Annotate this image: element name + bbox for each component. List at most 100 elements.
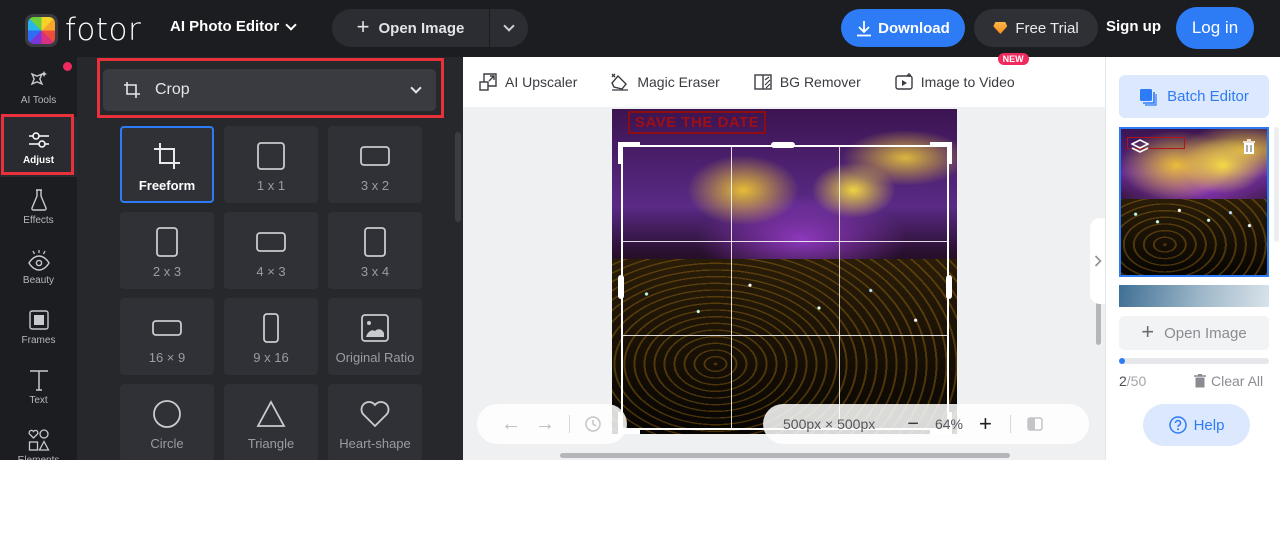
crop-option-label: 3 x 4	[360, 264, 390, 279]
crop-edge-handle-left[interactable]	[618, 275, 624, 299]
tool-label: BG Remover	[779, 74, 861, 90]
magic-eraser-tool[interactable]: Magic Eraser	[611, 73, 720, 91]
crop-option-heart-shape[interactable]: Heart-shape	[328, 384, 422, 460]
crop-option-label: 2 x 3	[152, 264, 182, 279]
log-in-button[interactable]: Log in	[1176, 7, 1254, 49]
crop-icon	[124, 82, 140, 98]
zoom-out-button[interactable]: −	[907, 413, 919, 436]
download-button[interactable]: Download	[841, 9, 965, 47]
help-label: Help	[1193, 416, 1225, 434]
crop-corner-handle-top-right[interactable]	[930, 142, 952, 164]
undo-icon[interactable]: ←	[501, 413, 521, 436]
clear-all-button[interactable]: Clear All	[1194, 373, 1263, 389]
bg-remover-tool[interactable]: BG Remover	[754, 73, 861, 91]
crop-option-label: 9 x 16	[253, 350, 289, 365]
compare-icon[interactable]	[1027, 416, 1043, 432]
layers-icon[interactable]	[1131, 139, 1149, 155]
thumbnail-second[interactable]	[1119, 285, 1269, 307]
crop-option-label: 16 × 9	[148, 350, 186, 365]
free-trial-button[interactable]: Free Trial	[974, 9, 1098, 47]
left-nav: AI Tools Adjust Effects Beauty Frames Te…	[0, 57, 77, 460]
right-panel: Batch Editor + Open Image 2/50 Clear All…	[1105, 57, 1280, 460]
crop-dropdown[interactable]: Crop	[103, 69, 436, 111]
thumbnail-crowd	[1121, 199, 1267, 275]
crop-option-4-3[interactable]: 4 × 3	[224, 212, 318, 289]
nav-item-elements[interactable]: Elements	[0, 417, 77, 460]
question-icon	[1168, 416, 1187, 434]
open-image-split-button: + Open Image	[332, 9, 528, 47]
crop-option-label: Heart-shape	[339, 436, 411, 451]
free-trial-label: Free Trial	[1015, 19, 1079, 37]
help-button[interactable]: Help	[1143, 404, 1250, 446]
image-dimensions: 500px × 500px	[783, 416, 876, 432]
ai-upscaler-tool[interactable]: AI Upscaler	[479, 73, 577, 91]
flask-icon	[28, 188, 50, 211]
crop-option-3-x-4[interactable]: 3 x 4	[328, 212, 422, 289]
nav-item-effects[interactable]: Effects	[0, 177, 77, 237]
redo-icon[interactable]: →	[535, 413, 555, 436]
image-to-video-tool[interactable]: Image to Video NEW	[895, 53, 1029, 91]
diamond-icon	[993, 22, 1008, 34]
divider	[1009, 415, 1011, 433]
crop-option-2-x-3[interactable]: 2 x 3	[120, 212, 214, 289]
download-label: Download	[878, 19, 950, 37]
delete-icon[interactable]	[1242, 139, 1256, 155]
horizontal-scrollbar[interactable]	[560, 453, 1010, 458]
history-icon[interactable]	[584, 415, 602, 433]
nav-item-text[interactable]: Text	[0, 357, 77, 417]
zoom-in-button[interactable]: +	[979, 411, 992, 437]
bg-remover-icon	[754, 74, 772, 90]
panel-scrollbar[interactable]	[455, 132, 461, 222]
nav-item-frames[interactable]: Frames	[0, 297, 77, 357]
sign-up-link[interactable]: Sign up	[1106, 18, 1161, 35]
crop-frame[interactable]	[621, 145, 949, 430]
crop-option-label: Freeform	[138, 178, 196, 193]
crop-edge-handle-right[interactable]	[946, 275, 952, 299]
tall-rect-icon	[261, 312, 281, 344]
open-image-dropdown-button[interactable]	[490, 9, 528, 47]
crop-edge-handle-top[interactable]	[771, 142, 795, 148]
crop-option-16-9[interactable]: 16 × 9	[120, 298, 214, 375]
right-panel-scrollbar[interactable]	[1274, 127, 1279, 242]
landscape-rect-icon	[255, 226, 287, 258]
collapse-right-panel-button[interactable]	[1090, 218, 1106, 304]
quick-tools-bar: AI Upscaler Magic Eraser BG Remover Imag…	[463, 53, 1105, 107]
open-image-button[interactable]: + Open Image	[332, 9, 490, 47]
crop-option-triangle[interactable]: Triangle	[224, 384, 318, 460]
batch-editor-button[interactable]: Batch Editor	[1119, 75, 1269, 118]
app-menu-dropdown[interactable]: AI Photo Editor	[170, 18, 297, 35]
clear-all-label: Clear All	[1211, 373, 1264, 389]
nav-item-adjust[interactable]: Adjust	[0, 117, 77, 177]
open-image-label: Open Image	[1164, 324, 1247, 342]
crop-corner-handle-top-left[interactable]	[618, 142, 640, 164]
crop-option-9-x-16[interactable]: 9 x 16	[224, 298, 318, 375]
nav-item-beauty[interactable]: Beauty	[0, 237, 77, 297]
crop-option-circle[interactable]: Circle	[120, 384, 214, 460]
grid-line	[623, 241, 947, 242]
open-image-button-right[interactable]: + Open Image	[1119, 316, 1269, 350]
open-image-label: Open Image	[378, 19, 465, 37]
text-icon	[28, 369, 50, 391]
heart-icon	[359, 398, 391, 430]
vertical-scrollbar[interactable]	[1096, 297, 1101, 345]
save-the-date-text: SAVE THE DATE	[628, 111, 767, 134]
fotor-logo[interactable]: fotor	[25, 12, 141, 48]
tool-label: Image to Video	[920, 74, 1015, 90]
crop-option-3-x-2[interactable]: 3 x 2	[328, 126, 422, 203]
count-total: /50	[1126, 373, 1147, 389]
grid-line	[839, 147, 840, 428]
chevron-down-icon	[503, 20, 515, 32]
crop-option-freeform[interactable]: Freeform	[120, 126, 214, 203]
circle-icon	[152, 398, 182, 430]
crop-option-1-x-1[interactable]: 1 x 1	[224, 126, 318, 203]
app-menu-label: AI Photo Editor	[170, 18, 280, 35]
batch-editor-label: Batch Editor	[1167, 88, 1249, 105]
trash-icon	[1194, 374, 1206, 388]
crop-option-original-ratio[interactable]: Original Ratio	[328, 298, 422, 375]
square-icon	[256, 140, 286, 172]
frame-icon	[28, 309, 50, 331]
portrait-rect-icon	[155, 226, 179, 258]
nav-label: Effects	[23, 214, 54, 226]
thumbnail-selected[interactable]	[1119, 127, 1269, 277]
crop-option-label: 3 x 2	[360, 178, 390, 193]
